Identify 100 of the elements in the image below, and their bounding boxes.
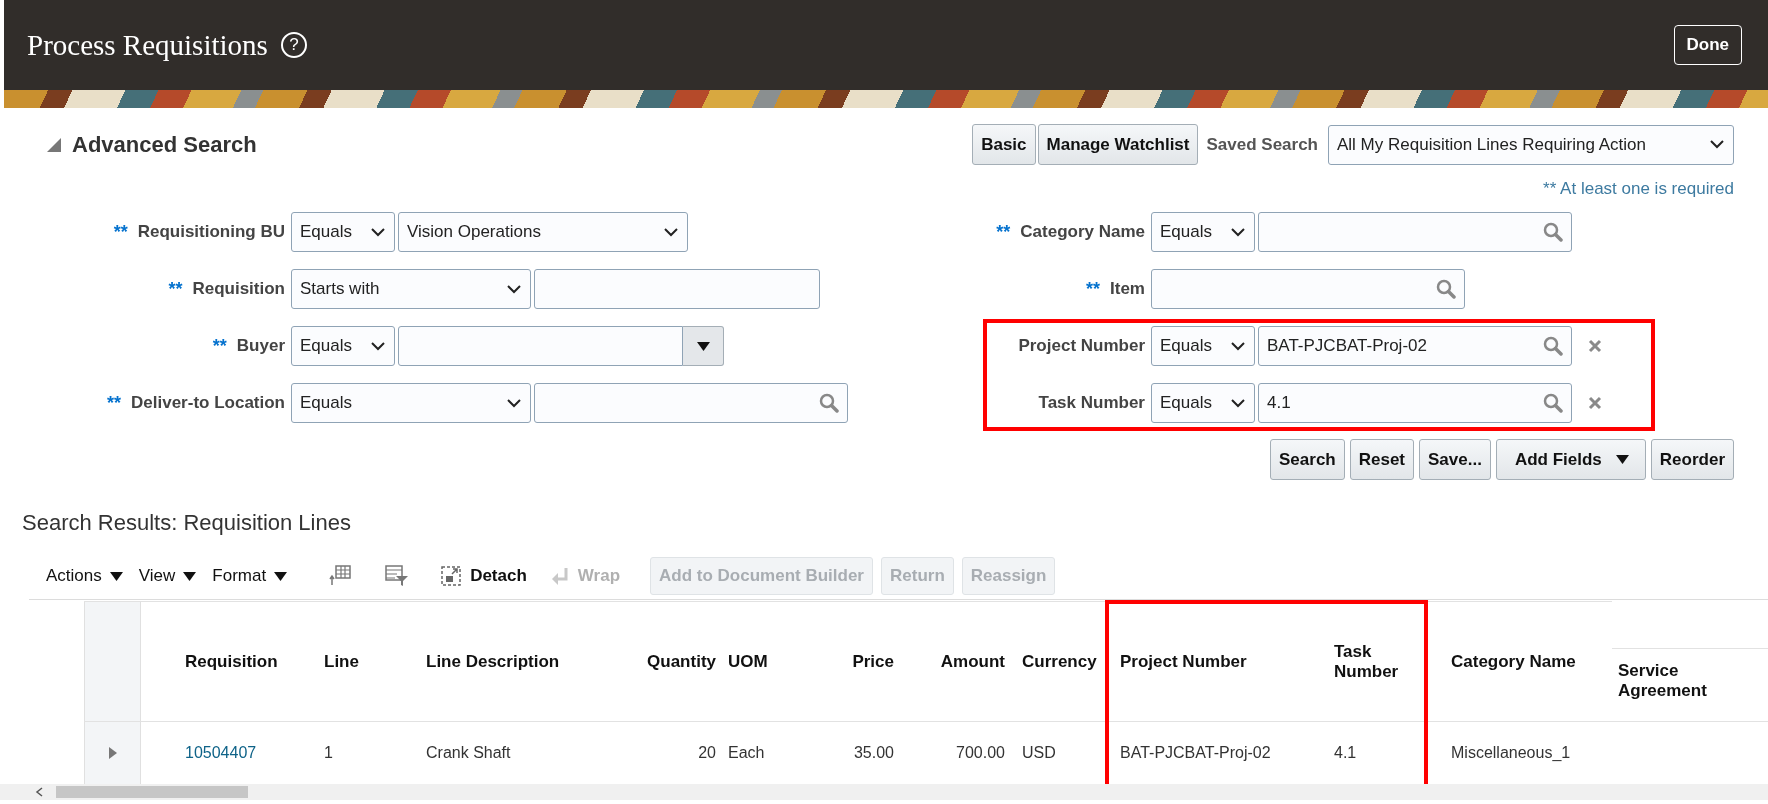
chevron-down-icon: [664, 227, 678, 237]
field-label: Deliver-to Location: [131, 393, 285, 413]
chevron-down-icon: [371, 341, 385, 351]
field-label: Item: [1110, 279, 1145, 299]
saved-search-dropdown[interactable]: All My Requisition Lines Requiring Action: [1328, 124, 1734, 165]
search-field[interactable]: [1258, 212, 1572, 252]
column-header[interactable]: Quantity: [647, 651, 716, 672]
table-cell: USD: [1022, 744, 1056, 762]
search-icon[interactable]: [1543, 336, 1563, 356]
column-header[interactable]: Line: [324, 651, 359, 672]
horizontal-scrollbar[interactable]: [0, 784, 1768, 800]
action-button[interactable]: Search: [1270, 439, 1345, 480]
column-header[interactable]: UOM: [728, 651, 768, 672]
detach-icon: [441, 566, 462, 586]
caret-down-icon: [109, 571, 123, 581]
chevron-down-icon: [507, 284, 521, 294]
required-note: ** At least one is required: [1543, 179, 1734, 199]
search-field[interactable]: [534, 383, 848, 423]
table-cell: 35.00: [853, 744, 894, 762]
column-header[interactable]: Requisition: [185, 651, 278, 672]
table-cell: Each: [728, 744, 765, 762]
help-icon[interactable]: ?: [280, 32, 307, 58]
caret-down-icon: [183, 571, 197, 581]
text-field[interactable]: [534, 269, 820, 309]
search-icon[interactable]: [1436, 279, 1456, 299]
collapse-triangle-icon[interactable]: [47, 137, 61, 152]
search-icon[interactable]: [1543, 222, 1563, 242]
results-title: Search Results: Requisition Lines: [21, 510, 352, 536]
toolbar-menu[interactable]: Format: [212, 566, 288, 586]
search-icon[interactable]: [819, 393, 839, 413]
table-cell: Crank Shaft: [426, 744, 511, 762]
field-label: Category Name: [1020, 222, 1145, 242]
close-icon[interactable]: [1588, 396, 1602, 410]
filter-table-icon[interactable]: [385, 565, 410, 587]
field-label: Project Number: [1018, 336, 1145, 356]
close-icon[interactable]: [1588, 339, 1602, 353]
chevron-down-icon: [1231, 341, 1245, 351]
text-field[interactable]: [398, 326, 683, 366]
search-icon[interactable]: [1543, 393, 1563, 413]
table-cell: 4.1: [1334, 744, 1357, 762]
operator-dropdown[interactable]: Equals: [1151, 212, 1255, 252]
search-field[interactable]: [1151, 269, 1465, 309]
chevron-down-icon: [1710, 140, 1724, 149]
required-marker: **: [113, 221, 128, 243]
table-cell: 1: [324, 744, 333, 762]
table-cell: 700.00: [956, 744, 1005, 762]
section-title: Advanced Search: [72, 131, 257, 158]
column-header[interactable]: Line Description: [426, 651, 560, 672]
operator-dropdown[interactable]: Starts with: [291, 269, 531, 309]
column-header[interactable]: Project Number: [1120, 651, 1247, 672]
column-header[interactable]: Amount: [940, 651, 1005, 672]
operator-dropdown[interactable]: Equals: [291, 212, 395, 252]
required-marker: **: [107, 392, 122, 414]
toolbar-menu[interactable]: View: [138, 566, 197, 586]
column-header[interactable]: Price: [852, 651, 894, 672]
dropdown-button[interactable]: [683, 326, 724, 366]
table-cell: BAT-PJCBAT-Proj-02: [1120, 744, 1271, 762]
field-label: Requisition: [192, 279, 285, 299]
required-marker: **: [996, 221, 1011, 243]
column-header[interactable]: Currency: [1022, 651, 1097, 672]
page-title: Process Requisitions: [27, 28, 268, 62]
table-cell: 20: [698, 744, 716, 762]
saved-search-label: Saved Search: [1206, 134, 1318, 155]
expand-triangle-icon[interactable]: [107, 747, 118, 759]
operator-dropdown[interactable]: Equals: [1151, 383, 1255, 423]
done-button[interactable]: Done: [1673, 25, 1742, 65]
chevron-down-icon: [371, 227, 385, 237]
toolbar-menu[interactable]: Actions: [46, 566, 123, 586]
requisition-link[interactable]: 10504407: [185, 744, 257, 762]
chevron-down-icon: [507, 398, 521, 408]
search-field[interactable]: 4.1: [1258, 383, 1572, 423]
field-label: Task Number: [1038, 393, 1145, 413]
add-fields-button[interactable]: Add Fields: [1495, 439, 1646, 480]
return-arrow-icon: [550, 567, 569, 585]
chevron-down-icon: [1231, 227, 1245, 237]
field-label: Buyer: [236, 336, 285, 356]
search-field[interactable]: BAT-PJCBAT-Proj-02: [1258, 326, 1572, 366]
value-dropdown[interactable]: Vision Operations: [398, 212, 688, 252]
required-marker: **: [1086, 278, 1101, 300]
table-columns-icon[interactable]: [329, 565, 352, 587]
search-mode-button[interactable]: Manage Watchlist: [1037, 124, 1199, 165]
column-header[interactable]: Category Name: [1451, 651, 1576, 672]
required-marker: **: [212, 335, 227, 357]
operator-dropdown[interactable]: Equals: [291, 383, 531, 423]
action-button[interactable]: Reset: [1349, 439, 1415, 480]
table-cell: Miscellaneous_1: [1451, 744, 1571, 762]
detach-button[interactable]: Detach: [441, 566, 527, 586]
field-label: Requisitioning BU: [137, 222, 285, 242]
caret-down-icon: [274, 571, 288, 581]
operator-dropdown[interactable]: Equals: [291, 326, 395, 366]
operator-dropdown[interactable]: Equals: [1151, 326, 1255, 366]
action-button[interactable]: Save...: [1419, 439, 1491, 480]
column-header[interactable]: Task Number: [1334, 641, 1414, 682]
action-button[interactable]: Reorder: [1650, 439, 1734, 480]
search-mode-button[interactable]: Basic: [972, 124, 1036, 165]
column-header[interactable]: Service Agreement: [1618, 661, 1718, 701]
caret-down-icon: [1615, 455, 1629, 464]
scroll-left-icon[interactable]: [35, 787, 43, 797]
required-marker: **: [168, 278, 183, 300]
caret-down-icon: [696, 341, 710, 351]
